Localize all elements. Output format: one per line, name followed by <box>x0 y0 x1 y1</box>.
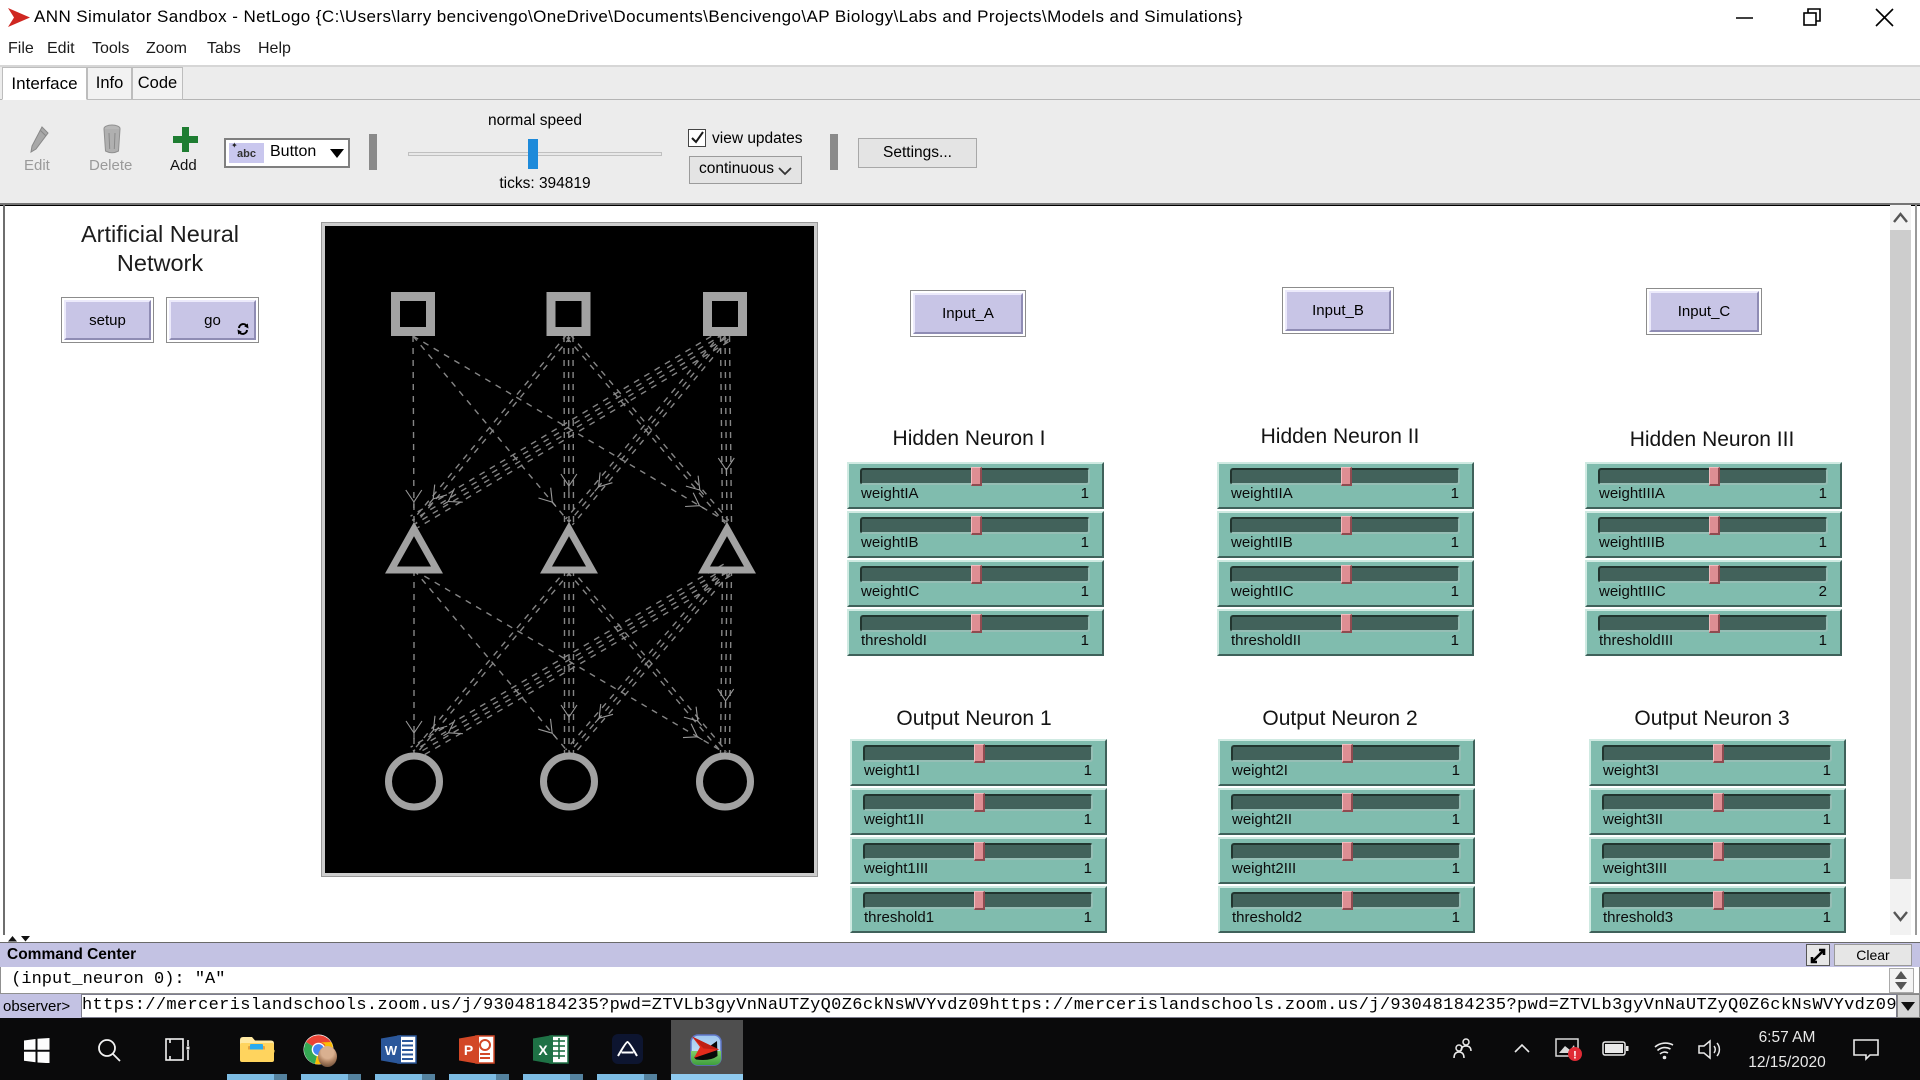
svg-text:W: W <box>385 1043 398 1058</box>
svg-text:!: ! <box>1573 1050 1577 1062</box>
svg-text:P: P <box>464 1042 473 1058</box>
svg-text:X: X <box>538 1042 548 1058</box>
